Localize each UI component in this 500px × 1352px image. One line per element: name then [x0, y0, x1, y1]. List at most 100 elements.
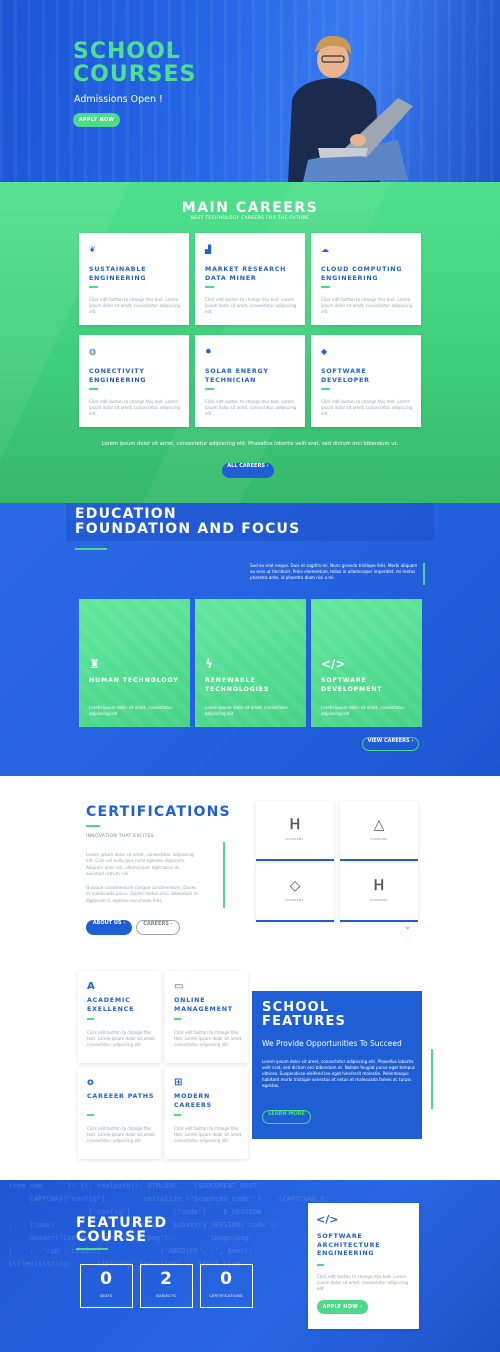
school-features-text: Lorem ipsum dolor sit amet, consectetur …	[262, 1059, 415, 1088]
all-careers-button[interactable]: ALL CAREERS ›	[222, 463, 274, 478]
about-us-button[interactable]: ABOUT US ›	[86, 920, 132, 935]
divider	[321, 388, 330, 390]
divider	[256, 859, 334, 861]
feature-card[interactable]: ⊞ MODERN CAREERS Click edit button to ch…	[165, 1067, 248, 1159]
certifications-paragraph: Lorem ipsum dolor sit amet, consectetur …	[86, 852, 194, 876]
hero-title: SCHOOL COURSES	[73, 39, 197, 87]
divider	[87, 1114, 94, 1116]
school-features-title-line2: FEATURES	[262, 1014, 347, 1029]
view-careers-button[interactable]: VIEW CAREERS ›	[362, 737, 419, 751]
stat-label: CERTIFICATIONS	[209, 1294, 243, 1298]
career-card[interactable]: ✹ SOLAR ENERGY TECHNICIAN Click edit but…	[195, 335, 305, 427]
company-logo: △ COMPANY	[340, 801, 418, 861]
circle-icon: o	[87, 1077, 94, 1088]
feature-card[interactable]: ▭ ONLINE MANAGEMENT Click edit button to…	[165, 971, 248, 1063]
education-card-text: Lorem ipsum dolor sit amet, consectetur …	[89, 705, 173, 716]
gamepad-icon: ⊞	[174, 1077, 183, 1088]
career-card-text: Click edit button to change this text. L…	[89, 399, 181, 416]
company-logo-caption: COMPANY	[285, 898, 305, 902]
education-card[interactable]: </> SOFTWARE DEVELOPMENT Lorem ipsum dol…	[311, 599, 422, 727]
education-text: Sed eu erat neque. Duis et sagittis mi. …	[250, 563, 418, 580]
education-title: EDUCATION FOUNDATION AND FOCUS	[75, 507, 300, 537]
feature-card-title: CAREEER PATHS	[87, 1093, 155, 1100]
education-card[interactable]: ϟ RENEWABLE TECHNOLOGIES Lorem ipsum dol…	[195, 599, 306, 727]
feature-card-text: Click edit button to change this text. L…	[87, 1126, 156, 1143]
divider	[223, 842, 225, 908]
code-icon: </>	[316, 1213, 339, 1226]
featured-course-title-line2: COURSE	[76, 1229, 148, 1245]
career-card-text: Click edit button to change this text. L…	[205, 297, 297, 314]
company-logo-mark: Ꮋ	[290, 817, 300, 833]
company-logo-caption: COMPANY	[369, 837, 389, 841]
career-card[interactable]: ▟ MARKET RESEARCH DATA MINER Click edit …	[195, 233, 305, 325]
school-features-title: SCHOOL FEATURES	[262, 1001, 346, 1029]
course-card-text: Click edit button to change this text. L…	[317, 1274, 409, 1291]
certifications-subtitle: INNOVATION THAT EXCITES	[86, 834, 154, 839]
apply-now-button[interactable]: APPLY NOW	[73, 113, 120, 127]
education-card[interactable]: ♜ HUMAN TECHNOLOGY Lorem ipsum dolor sit…	[79, 599, 190, 727]
careers-description: Lorem ipsum dolor sit amet, consectetur …	[101, 441, 399, 447]
course-card-title: SOFTWARE ARCHITECTURE ENGINEERING	[317, 1233, 381, 1257]
education-card-text: Lorem ipsum dolor sit amet, consectetur …	[321, 705, 405, 716]
career-card[interactable]: ◍ CONECTIVITY ENGINEERING Click edit but…	[79, 335, 189, 427]
divider	[89, 388, 98, 390]
company-logo: Ꮋ COMPANY	[256, 801, 334, 861]
gear-icon: ✹	[205, 347, 212, 356]
career-card-title: CONECTIVITY ENGINEERING	[89, 368, 147, 384]
chart-icon: ▟	[205, 245, 212, 254]
feature-card-title: ACADEMIC EXELLENCE	[87, 997, 135, 1013]
feature-card[interactable]: A ACADEMIC EXELLENCE Click edit button t…	[78, 971, 161, 1063]
stat-value: 2	[160, 1269, 172, 1289]
education-card-title: SOFTWARE DEVELOPMENT	[321, 677, 383, 693]
feature-card-title: ONLINE MANAGEMENT	[174, 997, 233, 1013]
company-logo-caption: COMPANY	[285, 837, 305, 841]
folder-icon: ▭	[174, 981, 184, 992]
feature-card[interactable]: o CAREEER PATHS Click edit button to cha…	[78, 1067, 161, 1159]
certifications-paragraph: Quisque condimentum congue condimentum. …	[86, 885, 199, 903]
featured-course-title: FEATURED COURSE	[76, 1216, 167, 1244]
career-card-title: CLOUD COMPUTING ENGINEERING	[321, 266, 403, 282]
education-title-line2: FOUNDATION AND FOCUS	[75, 521, 301, 537]
education-card-text: Lorem ipsum dolor sit amet, consectetur …	[205, 705, 289, 716]
apply-now-course-button[interactable]: APPLY NOW ›	[317, 1300, 368, 1314]
career-card-title: MARKET RESEARCH DATA MINER	[205, 266, 287, 282]
divider	[205, 286, 214, 288]
school-features-title-line1: SCHOOL	[262, 1000, 330, 1015]
cloud-icon: ☁	[321, 245, 329, 254]
globe-icon: ◍	[89, 347, 96, 356]
code-icon: </>	[321, 657, 346, 671]
education-card-title: HUMAN TECHNOLOGY	[89, 677, 179, 684]
stat-seats: 0 SEATS	[80, 1264, 133, 1308]
divider	[340, 859, 418, 861]
divider	[76, 1248, 108, 1250]
divider	[431, 1049, 433, 1109]
career-card[interactable]: ❦ SUSTAINABLE ENGINEERING Click edit but…	[79, 233, 189, 325]
career-card[interactable]: ☁ CLOUD COMPUTING ENGINEERING Click edit…	[311, 233, 421, 325]
career-card-text: Click edit button to change this text. L…	[321, 399, 413, 416]
company-logo: ◇ COMPANY	[256, 862, 334, 922]
education-card-title: RENEWABLE TECHNOLOGIES	[205, 677, 270, 693]
chevron-down-icon[interactable]: ⌄	[404, 922, 412, 932]
feature-card-text: Click edit button to change this text. L…	[174, 1030, 243, 1047]
career-card-text: Click edit button to change this text. L…	[321, 297, 413, 314]
featured-course-title-line1: FEATURED	[76, 1215, 168, 1231]
company-logo-caption: COMPANY	[369, 898, 389, 902]
careers-button[interactable]: CAREERS ›	[136, 920, 180, 935]
career-card[interactable]: ◆ SOFTWARE DEVELOPER Click edit button t…	[311, 335, 421, 427]
school-features-subtitle: We Provide Opportunities To Succeed	[262, 1039, 402, 1048]
stat-certifications: 0 CERTIFICATIONS	[200, 1264, 253, 1308]
stat-label: SEATS	[99, 1294, 113, 1298]
divider	[87, 1018, 94, 1020]
student-with-laptop-image	[288, 35, 413, 182]
company-logo-mark: △	[373, 817, 385, 833]
career-card-text: Click edit button to change this text. L…	[205, 399, 297, 416]
divider	[86, 825, 100, 827]
career-card-title: SUSTAINABLE ENGINEERING	[89, 266, 147, 282]
company-logo-mark: Ꮋ	[374, 878, 384, 894]
hero-subtitle: Admissions Open !	[74, 94, 163, 105]
divider	[423, 563, 425, 585]
career-card-text: Click edit button to change this text. L…	[89, 297, 181, 314]
person-icon: ♜	[89, 657, 100, 671]
bolt-icon: ϟ	[205, 657, 213, 671]
learn-more-button[interactable]: LEARN MORE	[262, 1110, 311, 1124]
